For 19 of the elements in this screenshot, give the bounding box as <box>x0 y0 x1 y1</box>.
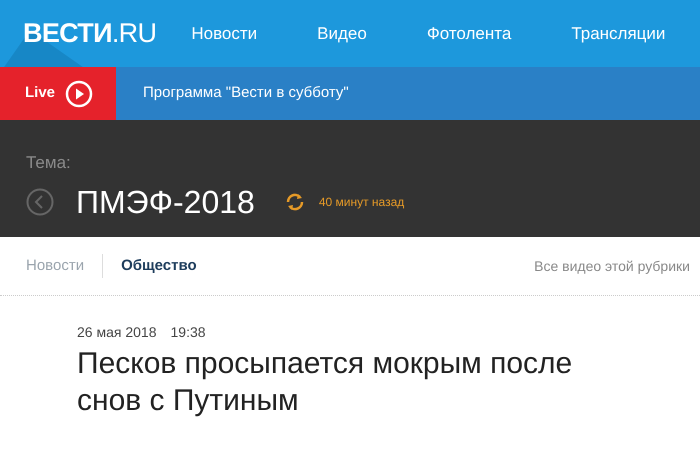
logo[interactable]: ВЕСТИ.RU <box>23 13 156 54</box>
live-button[interactable]: Live <box>0 67 116 120</box>
refresh-icon <box>284 192 305 212</box>
program-link[interactable]: Программа "Вести в субботу" <box>116 67 700 120</box>
play-icon <box>65 80 94 108</box>
nav-link[interactable]: Трансляции <box>546 20 690 46</box>
topic-label: Тема: <box>26 152 71 174</box>
article-headline: Песков просыпается мокрым после снов с Путиным <box>77 346 574 419</box>
breadcrumb-link[interactable]: Общество <box>121 254 197 278</box>
article-date: 26 мая 2018 <box>77 323 156 342</box>
nav-link[interactable]: Видео <box>292 20 392 46</box>
all-videos-link[interactable]: Все видео этой рубрики <box>534 256 690 276</box>
topic-title: ПМЭФ-2018 <box>76 182 255 222</box>
article-time: 19:38 <box>170 323 206 342</box>
breadcrumb-link[interactable]: Новости <box>26 254 84 278</box>
nav-link[interactable]: Фотолента <box>402 20 536 46</box>
back-icon[interactable] <box>26 188 54 216</box>
nav-link[interactable]: Новости <box>166 20 282 46</box>
update-time: 40 минут назад <box>318 194 404 210</box>
